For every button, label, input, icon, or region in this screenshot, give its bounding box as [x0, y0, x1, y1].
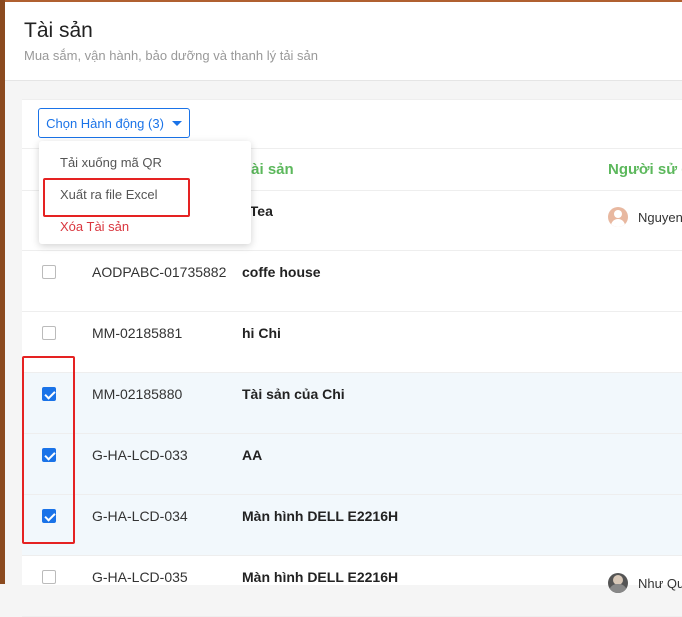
asset-code: G-HA-LCD-033: [92, 447, 188, 463]
asset-user: Nguyen: [608, 207, 682, 227]
asset-name[interactable]: coffe house: [242, 264, 321, 280]
asset-user: Như Qu: [608, 573, 682, 593]
menu-item-delete-asset[interactable]: Xóa Tài sản: [60, 219, 129, 234]
table-row[interactable]: G-HA-LCD-033 AA: [22, 434, 682, 495]
choose-action-button[interactable]: Chọn Hành động (3): [38, 108, 190, 138]
row-checkbox[interactable]: [42, 265, 56, 279]
menu-item-download-qr[interactable]: Tải xuống mã QR: [60, 155, 162, 170]
caret-down-icon: [171, 120, 182, 126]
user-name: Nguyen: [638, 209, 682, 225]
asset-code: G-HA-LCD-035: [92, 569, 188, 585]
avatar: [608, 573, 628, 593]
left-edge-bar: [0, 0, 5, 584]
row-checkbox[interactable]: [42, 570, 56, 584]
table-row[interactable]: MM-02185881 hi Chi: [22, 312, 682, 373]
asset-name[interactable]: AA: [242, 447, 262, 463]
page-header: Tài sản Mua sắm, vận hành, bảo dưỡng và …: [5, 2, 682, 81]
page-title: Tài sản: [24, 19, 93, 42]
page-subtitle: Mua sắm, vận hành, bảo dưỡng và thanh lý…: [24, 48, 319, 63]
row-checkbox[interactable]: [42, 326, 56, 340]
table-row[interactable]: G-HA-LCD-035 Màn hình DELL E2216H Như Qu: [22, 556, 682, 617]
table-row[interactable]: G-HA-LCD-034 Màn hình DELL E2216H: [22, 495, 682, 556]
highlight-box-export-excel: [43, 178, 190, 217]
asset-name[interactable]: hi Chi: [242, 325, 281, 341]
table-row[interactable]: AODPABC-01735882 coffe house: [22, 251, 682, 312]
asset-code: AODPABC-01735882: [92, 264, 227, 280]
choose-action-label: Chọn Hành động (3): [46, 115, 164, 131]
asset-name[interactable]: Tài sản của Chi: [242, 386, 345, 402]
table-row[interactable]: MM-02185880 Tài sản của Chi: [22, 373, 682, 434]
column-header-user[interactable]: Người sử d: [608, 161, 682, 178]
highlight-box-selected-checkboxes: [22, 356, 75, 544]
asset-code: MM-02185881: [92, 325, 183, 341]
user-name: Như Qu: [638, 575, 682, 591]
avatar: [608, 207, 628, 227]
asset-code: MM-02185880: [92, 386, 183, 402]
asset-name[interactable]: Màn hình DELL E2216H: [242, 508, 398, 524]
asset-code: G-HA-LCD-034: [92, 508, 188, 524]
asset-name[interactable]: Màn hình DELL E2216H: [242, 569, 398, 585]
